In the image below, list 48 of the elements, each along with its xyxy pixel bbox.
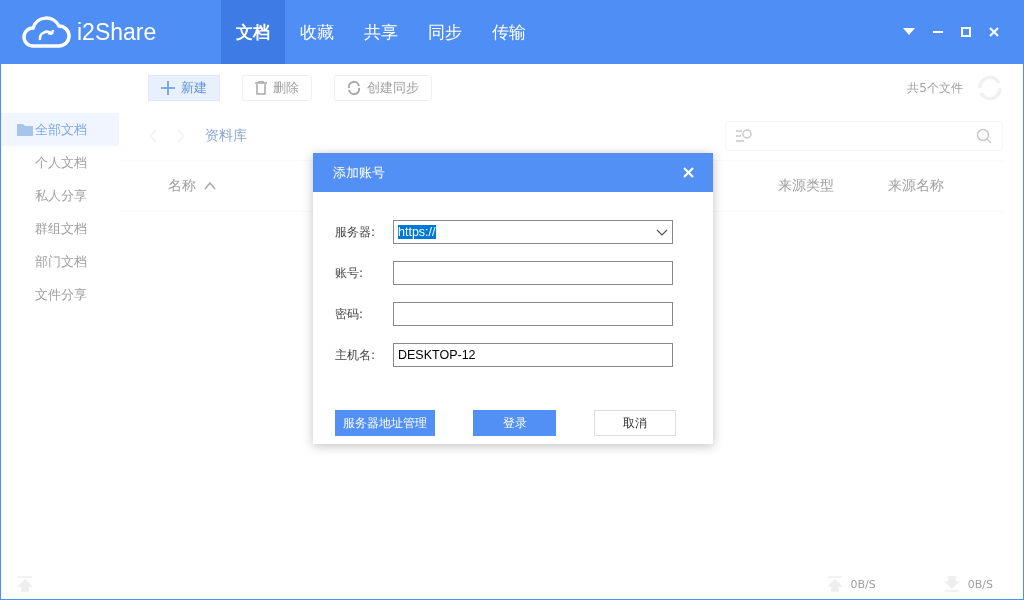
breadcrumb[interactable]: 资料库 <box>205 127 247 145</box>
dialog-button[interactable]: 服务器地址管理 <box>335 410 435 436</box>
dropdown-icon[interactable] <box>903 28 915 36</box>
dialog-button[interactable]: 登录 <box>473 410 556 436</box>
toolbar-button[interactable]: 新建 <box>148 75 220 101</box>
server-dropdown[interactable]: https:// <box>393 220 673 244</box>
sidebar-item[interactable]: 部门文档 <box>1 245 119 278</box>
search-icon[interactable] <box>976 128 992 144</box>
field-label: 密码: <box>335 305 365 323</box>
column-header[interactable]: 来源名称 <box>888 177 944 193</box>
search-field[interactable] <box>725 121 1003 151</box>
plus-icon <box>161 81 175 95</box>
sync-icon <box>347 81 361 95</box>
filter-search-icon[interactable] <box>736 129 752 143</box>
field-label: 账号: <box>335 264 365 282</box>
upload-rate: 0B/S <box>850 577 876 591</box>
folder-icon <box>17 123 33 136</box>
nav-tab[interactable]: 收藏 <box>285 0 349 64</box>
cloud-sync-icon <box>21 14 71 50</box>
sort-up-icon[interactable] <box>204 182 216 190</box>
field-label: 服务器: <box>335 223 377 241</box>
app-name: i2Share <box>77 18 157 46</box>
toolbar-button[interactable]: 创建同步 <box>334 75 432 101</box>
chevron-down-icon[interactable] <box>656 228 668 236</box>
close-icon[interactable] <box>989 27 999 37</box>
sidebar-item[interactable]: 全部文档 <box>1 113 119 146</box>
close-icon[interactable] <box>683 167 694 178</box>
sidebar-item[interactable]: 群组文档 <box>1 212 119 245</box>
nav-tab[interactable]: 同步 <box>413 0 477 64</box>
maximize-icon[interactable] <box>961 27 971 37</box>
dialog-button[interactable]: 取消 <box>594 410 676 436</box>
sidebar-item[interactable]: 个人文档 <box>1 146 119 179</box>
input-field[interactable]: DESKTOP-12 <box>393 343 673 367</box>
dialog-title: 添加账号 <box>333 163 385 182</box>
sidebar-item[interactable]: 文件分享 <box>1 278 119 311</box>
input-field[interactable] <box>393 261 673 285</box>
nav-tab[interactable]: 传输 <box>477 0 541 64</box>
input-field[interactable] <box>393 302 673 326</box>
nav-tab[interactable]: 共享 <box>349 0 413 64</box>
trash-icon <box>255 81 267 95</box>
column-header[interactable]: 来源类型 <box>778 177 834 193</box>
column-header[interactable]: 名称 <box>168 177 196 195</box>
nav-tab[interactable]: 文档 <box>221 0 285 64</box>
sidebar-item[interactable]: 私人分享 <box>1 179 119 212</box>
toolbar-button[interactable]: 删除 <box>242 75 312 101</box>
field-label: 主机名: <box>335 346 377 364</box>
download-rate: 0B/S <box>967 577 993 591</box>
file-count: 共5个文件 <box>907 79 963 97</box>
